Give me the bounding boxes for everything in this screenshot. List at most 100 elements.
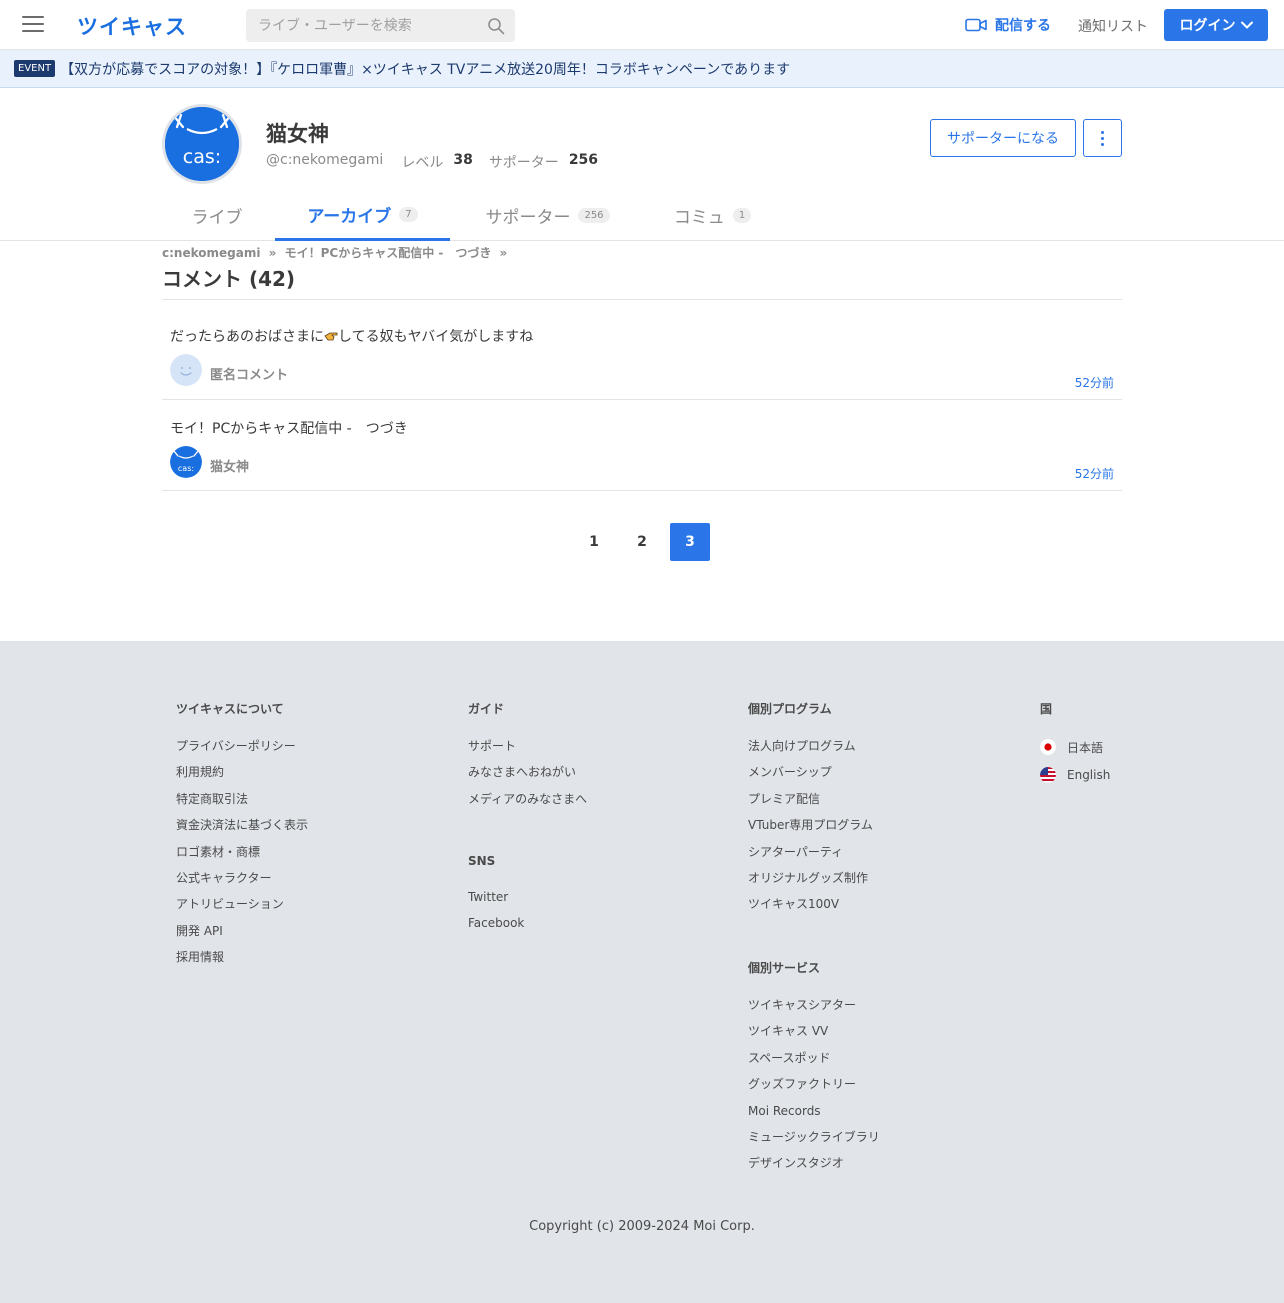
page-2-link[interactable]: 2 <box>622 523 662 561</box>
footer-link[interactable]: ツイキャス100V <box>748 897 873 923</box>
language-english[interactable]: English <box>1040 761 1110 789</box>
footer-link[interactable]: ツイキャス VV <box>748 1024 880 1050</box>
comment-text: モイ！PCからキャス配信中 - つづき <box>170 421 408 437</box>
breadcrumb-user-link[interactable]: c:nekomegami <box>162 246 260 260</box>
search-box <box>246 9 515 42</box>
footer-link[interactable]: シアターパーティ <box>748 845 873 871</box>
supporter-count: 256 <box>568 152 599 168</box>
comment-item: だったらあのおばさまに してる奴もヤバイ気がしますね 匿名コメント 52分前 <box>162 300 1122 400</box>
breadcrumb-separator: » <box>268 246 277 260</box>
tab-community[interactable]: コミュ 1 <box>645 190 780 241</box>
broadcast-label: 配信する <box>995 18 1051 34</box>
user-avatar[interactable]: cas: <box>170 446 202 478</box>
footer-link[interactable]: 法人向けプログラム <box>748 739 873 765</box>
footer-link[interactable]: アトリビューション <box>176 897 308 923</box>
footer-link[interactable]: 公式キャラクター <box>176 871 308 897</box>
event-badge: EVENT <box>14 60 56 77</box>
smiley-icon <box>170 354 202 386</box>
japan-flag-icon <box>1040 739 1056 755</box>
top-header: ツイキャス 配信する 通知リスト ログイン <box>0 0 1284 50</box>
footer-programs-column: 個別プログラム 法人向けプログラム メンバーシップ プレミア配信 VTuber専… <box>748 700 873 924</box>
footer-link[interactable]: 採用情報 <box>176 950 308 976</box>
site-footer: ツイキャスについて プライバシーポリシー 利用規約 特定商取引法 資金決済法に基… <box>0 641 1284 1303</box>
comment-time[interactable]: 52分前 <box>1075 465 1114 482</box>
footer-link[interactable]: VTuber専用プログラム <box>748 818 873 844</box>
footer-country-column: 国 日本語 English <box>1040 700 1110 789</box>
footer-about-column: ツイキャスについて プライバシーポリシー 利用規約 特定商取引法 資金決済法に基… <box>176 700 308 977</box>
us-flag-icon <box>1040 767 1056 783</box>
tab-archive[interactable]: アーカイブ 7 <box>275 190 450 241</box>
comment-user[interactable]: 猫女神 <box>210 456 249 475</box>
footer-heading: 個別プログラム <box>748 702 832 716</box>
comment-time[interactable]: 52分前 <box>1075 374 1114 391</box>
footer-link[interactable]: スペースポッド <box>748 1051 880 1077</box>
comment-text-part: だったらあのおばさまに <box>170 329 324 345</box>
hamburger-menu-icon[interactable] <box>22 16 44 34</box>
footer-link[interactable]: メンバーシップ <box>748 765 873 791</box>
footer-link[interactable]: 開発 API <box>176 924 308 950</box>
tab-count: 1 <box>732 208 752 223</box>
breadcrumb-separator: » <box>499 246 508 260</box>
footer-link[interactable]: Moi Records <box>748 1104 880 1130</box>
footer-link[interactable]: プレミア配信 <box>748 792 873 818</box>
language-label: English <box>1067 768 1111 782</box>
cat-avatar-icon: cas: <box>170 446 202 478</box>
copyright: Copyright (c) 2009-2024 Moi Corp. <box>529 1219 755 1234</box>
footer-link[interactable]: みなさまへおねがい <box>468 765 587 791</box>
tab-count: 256 <box>578 208 610 223</box>
profile-name: 猫女神 <box>266 122 329 146</box>
language-japanese[interactable]: 日本語 <box>1040 733 1110 761</box>
footer-link[interactable]: グッズファクトリー <box>748 1077 880 1103</box>
footer-link[interactable]: メディアのみなさまへ <box>468 792 587 818</box>
event-banner: EVENT 【双方が応募でスコアの対象！】『ケロロ軍曹』×ツイキャス TVアニメ… <box>0 50 1284 88</box>
footer-link[interactable]: ツイキャスシアター <box>748 998 880 1024</box>
footer-guide-column: ガイド サポート みなさまへおねがい メディアのみなさまへ <box>468 700 587 818</box>
comment-item: モイ！PCからキャス配信中 - つづき cas: 猫女神 52分前 <box>162 400 1122 491</box>
footer-link-twitter[interactable]: Twitter <box>468 890 524 916</box>
profile-handle: @c:nekomegami <box>266 152 384 168</box>
site-logo[interactable]: ツイキャス <box>77 11 187 41</box>
pagination: 1 2 3 <box>574 523 710 561</box>
notification-list-link[interactable]: 通知リスト <box>1078 16 1148 36</box>
footer-link[interactable]: ロゴ素材・商標 <box>176 845 308 871</box>
footer-heading: ガイド <box>468 702 505 716</box>
comment-user[interactable]: 匿名コメント <box>210 364 288 383</box>
footer-link[interactable]: ミュージックライブラリ <box>748 1130 880 1156</box>
level-value: 38 <box>453 152 473 168</box>
cat-avatar-icon: cas: <box>165 107 239 181</box>
anonymous-avatar[interactable] <box>170 354 202 386</box>
page-1-link[interactable]: 1 <box>574 523 614 561</box>
language-label: 日本語 <box>1067 740 1104 755</box>
svg-text:cas:: cas: <box>183 146 221 168</box>
login-button[interactable]: ログイン <box>1164 9 1268 41</box>
profile-avatar[interactable]: cas: <box>162 104 242 184</box>
footer-link[interactable]: 利用規約 <box>176 765 308 791</box>
footer-link[interactable]: サポート <box>468 739 587 765</box>
footer-sns-column: SNS Twitter Facebook <box>468 854 524 943</box>
profile-tabs: ライブ アーカイブ 7 サポーター 256 コミュ 1 <box>0 190 1284 241</box>
tab-label: サポーター <box>485 208 571 228</box>
footer-link[interactable]: プライバシーポリシー <box>176 739 308 765</box>
broadcast-button[interactable]: 配信する <box>965 15 1051 35</box>
footer-heading: SNS <box>468 854 496 868</box>
footer-link[interactable]: デザインスタジオ <box>748 1156 880 1182</box>
footer-services-column: 個別サービス ツイキャスシアター ツイキャス VV スペースポッド グッズファク… <box>748 959 880 1183</box>
search-icon[interactable] <box>487 17 505 35</box>
svg-text:cas:: cas: <box>178 464 194 473</box>
event-link[interactable]: 【双方が応募でスコアの対象！】『ケロロ軍曹』×ツイキャス TVアニメ放送20周年… <box>60 59 790 79</box>
supporter-label: サポーター <box>488 155 559 171</box>
footer-link-facebook[interactable]: Facebook <box>468 916 524 942</box>
page-3-current[interactable]: 3 <box>670 523 710 561</box>
comment-text-part: してる奴もヤバイ気がしますね <box>338 329 534 345</box>
search-input[interactable] <box>246 9 476 42</box>
tab-label: ライブ <box>191 208 243 228</box>
more-options-icon[interactable] <box>1083 119 1122 157</box>
pointing-hand-emoji-icon <box>324 332 338 341</box>
footer-link[interactable]: オリジナルグッズ制作 <box>748 871 873 897</box>
tab-supporters[interactable]: サポーター 256 <box>460 190 635 241</box>
breadcrumb-movie-link[interactable]: モイ！PCからキャス配信中 - つづき <box>285 246 492 260</box>
footer-link[interactable]: 資金決済法に基づく表示 <box>176 818 308 844</box>
become-supporter-button[interactable]: サポーターになる <box>930 119 1076 157</box>
tab-live[interactable]: ライブ <box>162 190 272 241</box>
footer-link[interactable]: 特定商取引法 <box>176 792 308 818</box>
